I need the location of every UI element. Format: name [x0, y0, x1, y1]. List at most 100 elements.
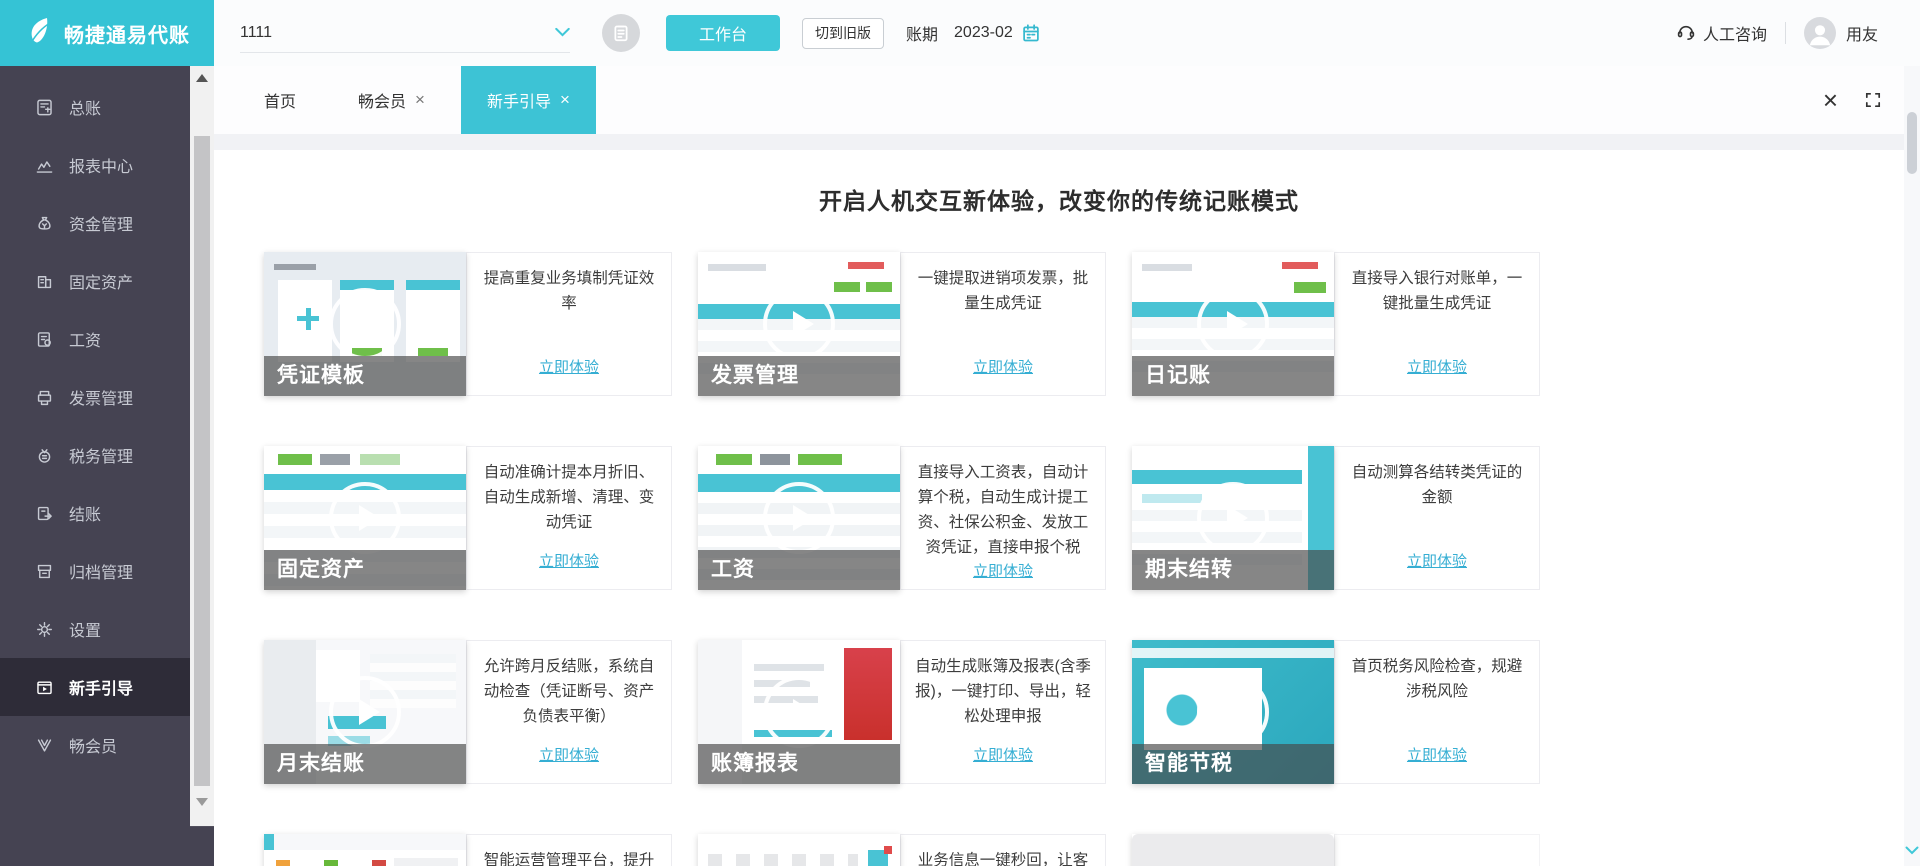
sidebar-item-fixed-assets[interactable]: 固定资产 — [0, 252, 190, 310]
play-button-icon[interactable] — [763, 482, 835, 554]
assets-icon — [34, 272, 54, 291]
app-logo[interactable]: 畅捷通易代账 — [0, 0, 214, 66]
play-button-icon[interactable] — [763, 288, 835, 360]
try-now-link[interactable]: 立即体验 — [1407, 744, 1467, 765]
video-thumbnail[interactable]: 智能节税 — [1132, 640, 1334, 784]
card-description-box: 自动准确计提本月折旧、自动生成新增、清理、变动凭证 立即体验 — [466, 446, 672, 590]
page-scrollbar-thumb[interactable] — [1907, 112, 1917, 174]
sidebar-item-payroll[interactable]: 工资 — [0, 310, 190, 368]
tab-member[interactable]: 畅会员 × — [332, 66, 451, 134]
try-now-link[interactable]: 立即体验 — [1407, 356, 1467, 377]
play-button-icon[interactable] — [1197, 288, 1269, 360]
workbench-button[interactable]: 工作台 — [666, 15, 780, 51]
try-now-link[interactable]: 立即体验 — [1407, 550, 1467, 571]
feature-card-month-end-closing: 月末结账 允许跨月反结账，系统自动检查（凭证断号、资产负债表平衡） 立即体验 — [264, 640, 672, 784]
tab-beginner-guide[interactable]: 新手引导 × — [460, 66, 596, 134]
feature-card-books-reports: 账簿报表 自动生成账簿及报表(含季报)，一键打印、导出，轻松处理申报 立即体验 — [698, 640, 1106, 784]
sidebar-nav: 总账报表中心资金管理 固定资产工资发票管理 税务管理 结账 归档管理 设置 新手引导 畅会员 — [0, 66, 190, 774]
user-avatar[interactable] — [1803, 17, 1836, 49]
video-thumbnail[interactable]: 月末结账 — [264, 640, 466, 784]
sidebar-item-tax-management[interactable]: 税务管理 — [0, 426, 190, 484]
user-name[interactable]: 用友 — [1846, 21, 1878, 45]
play-button-icon[interactable] — [329, 676, 401, 748]
tab-label: 新手引导 — [486, 94, 551, 111]
video-thumbnail[interactable]: 凭证模板 — [264, 252, 466, 396]
sidebar-item-label: 报表中心 — [69, 159, 134, 176]
try-now-link[interactable]: 立即体验 — [973, 744, 1033, 765]
sidebar-scrollbar[interactable] — [190, 66, 214, 826]
sidebar-item-beginner-guide[interactable]: 新手引导 — [0, 658, 190, 716]
page-scrollbar[interactable] — [1904, 66, 1920, 866]
scroll-up-arrow-icon[interactable] — [196, 74, 208, 82]
sidebar-item-invoice-management[interactable]: 发票管理 — [0, 368, 190, 426]
sidebar: 总账报表中心资金管理 固定资产工资发票管理 税务管理 结账 归档管理 设置 新手引导 畅会员 — [0, 66, 190, 866]
card-description: 业务信息一键秒回，让客 — [917, 852, 1089, 866]
video-thumbnail[interactable]: 工资 — [698, 446, 900, 590]
report-icon — [34, 156, 54, 175]
scroll-down-arrow-icon[interactable] — [196, 798, 208, 806]
sidebar-item-funds-management[interactable]: 资金管理 — [0, 194, 190, 252]
play-button-icon[interactable] — [1197, 482, 1269, 554]
tab-home[interactable]: 首页 — [238, 66, 322, 134]
feature-card-message-partial: 业务信息一键秒回，让客 — [698, 834, 1106, 866]
switch-old-version-button[interactable]: 切到旧版 — [802, 17, 884, 49]
invoice-icon — [34, 388, 54, 407]
tab-close-icon[interactable]: × — [560, 90, 570, 110]
tab-label: 首页 — [264, 94, 297, 111]
video-thumbnail[interactable] — [698, 834, 900, 866]
video-thumbnail[interactable]: 日记账 — [1132, 252, 1334, 396]
feature-card-fixed-assets: 固定资产 自动准确计提本月折旧、自动生成新增、清理、变动凭证 立即体验 — [264, 446, 672, 590]
archive-icon — [34, 562, 54, 581]
video-title: 发票管理 — [698, 356, 900, 396]
workbench-list-icon[interactable] — [602, 14, 640, 52]
video-thumbnail[interactable]: 账簿报表 — [698, 640, 900, 784]
card-description: 一键提取进销项发票，批量生成凭证 — [917, 270, 1089, 313]
sidebar-item-archive-management[interactable]: 归档管理 — [0, 542, 190, 600]
scroll-more-chevron-icon[interactable] — [1905, 842, 1919, 860]
video-thumbnail[interactable]: 发票管理 — [698, 252, 900, 396]
human-support-button[interactable]: 人工咨询 — [1676, 21, 1767, 46]
feature-card-voucher-template: 凭证模板 提高重复业务填制凭证效率 立即体验 — [264, 252, 672, 396]
card-description: 自动测算各结转类凭证的金额 — [1351, 464, 1523, 507]
play-button-icon[interactable] — [329, 288, 401, 360]
video-title: 期末结转 — [1132, 550, 1334, 590]
sidebar-item-settings[interactable]: 设置 — [0, 600, 190, 658]
page-title: 开启人机交互新体验，改变你的传统记账模式 — [819, 188, 1299, 214]
video-thumbnail[interactable] — [1132, 834, 1334, 866]
try-now-link[interactable]: 立即体验 — [539, 744, 599, 765]
brand-name: 畅捷通易代账 — [64, 24, 190, 47]
card-description-box: 自动测算各结转类凭证的金额 立即体验 — [1334, 446, 1540, 590]
video-thumbnail[interactable]: 期末结转 — [1132, 446, 1334, 590]
fullscreen-icon[interactable] — [1864, 91, 1882, 109]
try-now-link[interactable]: 立即体验 — [973, 356, 1033, 377]
feature-card-loading-partial — [1132, 834, 1540, 866]
sidebar-item-closing[interactable]: 结账 — [0, 484, 190, 542]
try-now-link[interactable]: 立即体验 — [973, 560, 1033, 581]
play-button-icon[interactable] — [1197, 676, 1269, 748]
card-description: 自动准确计提本月折旧、自动生成新增、清理、变动凭证 — [483, 464, 655, 532]
tab-close-icon[interactable]: × — [415, 90, 425, 110]
video-title: 日记账 — [1132, 356, 1334, 396]
video-title: 凭证模板 — [264, 356, 466, 396]
sidebar-item-member[interactable]: 畅会员 — [0, 716, 190, 774]
sidebar-item-report-center[interactable]: 报表中心 — [0, 136, 190, 194]
calendar-icon[interactable] — [1021, 23, 1041, 43]
sidebar-item-label: 工资 — [69, 333, 102, 350]
card-description-box: 首页税务风险检查，规避涉税风险 立即体验 — [1334, 640, 1540, 784]
play-button-icon[interactable] — [329, 482, 401, 554]
video-thumbnail[interactable]: 固定资产 — [264, 446, 466, 590]
thumbnail-preview — [698, 834, 900, 866]
period-value[interactable]: 2023-02 — [954, 24, 1013, 42]
play-button-icon[interactable] — [763, 676, 835, 748]
video-title: 工资 — [698, 550, 900, 590]
sidebar-item-general-ledger[interactable]: 总账 — [0, 78, 190, 136]
account-selector[interactable]: 1111 — [240, 13, 570, 53]
close-tab-icon[interactable]: × — [1823, 87, 1838, 113]
card-description-box: 业务信息一键秒回，让客 — [900, 834, 1106, 866]
video-thumbnail[interactable] — [264, 834, 466, 866]
card-description-box: 智能运营管理平台，提升 — [466, 834, 672, 866]
headset-icon — [1676, 21, 1696, 46]
sidebar-scrollbar-thumb[interactable] — [194, 136, 210, 786]
try-now-link[interactable]: 立即体验 — [539, 550, 599, 571]
try-now-link[interactable]: 立即体验 — [539, 356, 599, 377]
